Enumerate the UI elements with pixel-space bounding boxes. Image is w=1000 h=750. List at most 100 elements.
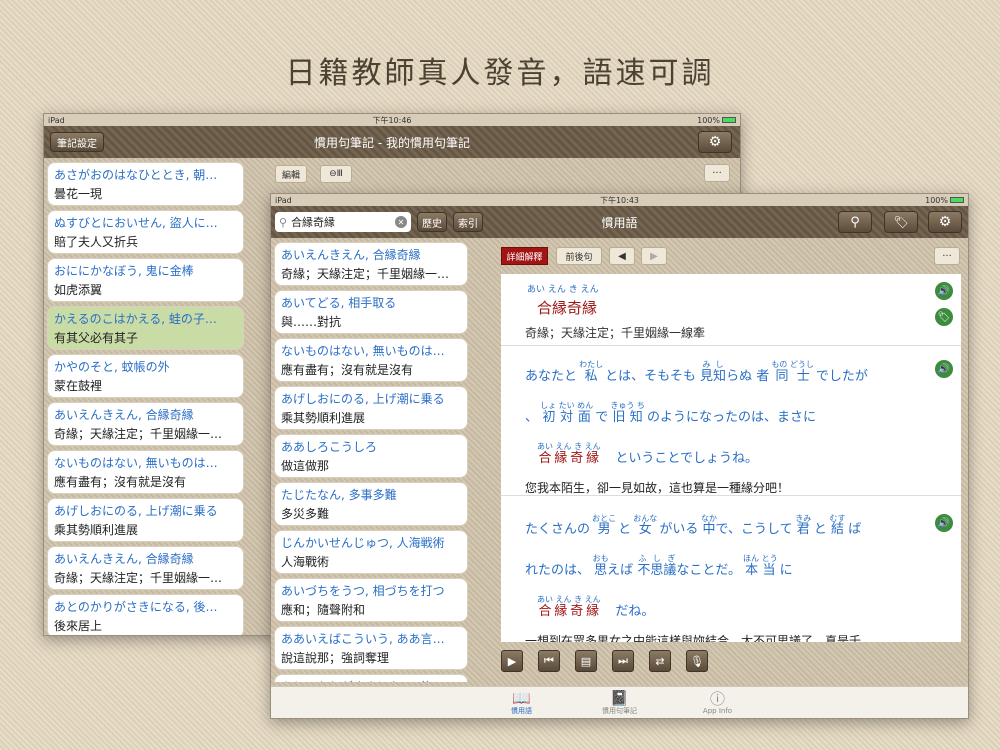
list-item-japanese: ないものはない, 無いものは… — [54, 456, 218, 470]
playback-controls: ▶ ⏮ ▤ ⏭ ⇄ 🎙 — [501, 650, 961, 672]
list-item-chinese: 奇緣；天緣注定；千里姻緣一… — [54, 427, 223, 441]
list-item-japanese: ないものはない, 無いものは… — [281, 344, 445, 358]
list-item-chinese: 蒙在鼓裡 — [54, 379, 103, 393]
speed-toggle-button[interactable]: ⊖Ⅲ — [320, 165, 352, 183]
list-item[interactable]: たじたなん, 多事多難 多災多難 — [274, 482, 468, 526]
list-item-chinese: 多災多難 — [281, 507, 330, 521]
idiom-list: あいえんきえん, 合縁奇縁 奇緣；天緣注定；千里姻緣一… あいてどる, 相手取る 與…… — [274, 242, 468, 682]
list-item-chinese: 應有盡有；沒有就是沒有 — [54, 475, 187, 489]
more-button[interactable]: ··· — [934, 247, 960, 265]
list-item-japanese: あいてどる, 相手取る — [281, 296, 397, 310]
list-item-chinese: 乘其勢順利進展 — [54, 523, 139, 537]
context-button[interactable]: 前後句 — [556, 247, 602, 265]
example-translation: 一想到在眾多男女之中能這樣與妳結合，太不可思議了，真是千 — [525, 634, 862, 642]
list-item-chinese: 奇緣；天緣注定；千里姻緣一… — [281, 267, 450, 281]
example-line: あなたと 私わたし とは、そもそも 見知みしらぬ 者 同士もの どうし でしたが — [525, 360, 868, 384]
nav-bar: 筆記設定 慣用句筆記 - 我的慣用句筆記 ⚙ — [44, 126, 740, 158]
detail-button[interactable]: 詳細解釋 — [501, 247, 548, 265]
search-input[interactable]: 合縁奇縁 — [291, 214, 395, 230]
example-line: 合縁奇縁あい えん き えん ということでしょうね。 — [537, 442, 758, 466]
list-item[interactable]: あいてどる, 相手取る 與……對抗 — [274, 290, 468, 334]
speaker-icon[interactable]: 🔊 — [935, 514, 953, 532]
search-box[interactable]: ⚲ 合縁奇縁 ✕ — [275, 212, 411, 232]
list-item-japanese: じんかいせんじゅつ, 人海戦術 — [281, 536, 445, 550]
list-item[interactable]: かえるのこはかえる, 蛙の子… 有其父必有其子 — [47, 306, 244, 350]
settings-button[interactable]: ⚙ — [928, 211, 962, 233]
clear-search-icon[interactable]: ✕ — [395, 216, 407, 228]
list-item-japanese: かえるのこはかえる, 蛙の子… — [54, 312, 217, 326]
list-item-japanese: あとのかりがさきになる, 後… — [54, 600, 218, 614]
list-item-chinese: 做這做那 — [281, 459, 330, 473]
list-item[interactable]: ああいえばこういう, ああ言… 說這說那；強詞奪理 — [274, 626, 468, 670]
settings-button[interactable]: ⚙ — [698, 131, 732, 153]
list-item[interactable]: じんかいせんじゅつ, 人海戦術 人海戰術 — [274, 530, 468, 574]
list-item-japanese: あとのかりがさきになる, 後… — [281, 678, 461, 682]
list-item-chinese: 人海戰術 — [281, 555, 330, 569]
edit-button[interactable]: 編輯 — [275, 165, 307, 183]
nav-title: 慣用句筆記 - 我的慣用句筆記 — [314, 135, 470, 150]
list-item-chinese: 應和；隨聲附和 — [281, 603, 366, 617]
status-bar: iPad 下午10:46 100% — [44, 114, 740, 126]
list-item[interactable]: ないものはない, 無いものは… 應有盡有；沒有就是沒有 — [274, 338, 468, 382]
list-item-japanese: あげしおにのる, 上げ潮に乗る — [54, 504, 218, 518]
notebook-icon: 📓 — [610, 688, 629, 707]
list-item-japanese: あいづちをうつ, 相づちを打つ — [281, 584, 445, 598]
play-icon[interactable]: ▶ — [501, 650, 523, 672]
search-button[interactable]: ⚲ — [838, 211, 872, 233]
list-item[interactable]: あげしおにのる, 上げ潮に乗る 乘其勢順利進展 — [47, 498, 244, 542]
list-item[interactable]: かやのそと, 蚊帳の外 蒙在鼓裡 — [47, 354, 244, 398]
more-button[interactable]: ··· — [704, 164, 730, 182]
list-item[interactable]: ぬすびとにおいせん, 盜人に… 賠了夫人又折兵 — [47, 210, 244, 254]
skip-forward-icon[interactable]: ⏭ — [612, 650, 634, 672]
tab-idioms[interactable]: 📖 慣用語 — [492, 687, 552, 718]
list-item-chinese: 奇緣；天緣注定；千里姻緣一… — [54, 571, 223, 585]
microphone-icon[interactable]: 🎙 — [686, 650, 708, 672]
list-item[interactable]: あいえんきえん, 合縁奇縁 奇緣；天緣注定；千里姻緣一… — [47, 402, 244, 446]
index-button[interactable]: 索引 — [453, 212, 483, 232]
list-item[interactable]: ああしろこうしろ 做這做那 — [274, 434, 468, 478]
detail-panel: あい えん き えん 合縁奇縁 奇緣；天緣注定；千里姻緣一線牽 🔊 🏷 あなたと… — [501, 274, 961, 642]
list-item[interactable]: あとのかりがさきになる, 後…後來居上 — [274, 674, 468, 682]
list-item[interactable]: あいえんきえん, 合縁奇縁 奇緣；天緣注定；千里姻緣一… — [47, 546, 244, 590]
prev-entry-button[interactable]: ◀ — [609, 247, 635, 265]
entry-reading: あい えん き えん — [527, 285, 599, 295]
list-item-japanese: ああしろこうしろ — [281, 440, 378, 454]
next-entry-button[interactable]: ▶ — [641, 247, 667, 265]
note-settings-button[interactable]: 筆記設定 — [50, 132, 104, 152]
tab-idiom-notes[interactable]: 📓 慣用句筆記 — [590, 687, 650, 718]
tab-bar: 📖 慣用語 📓 慣用句筆記 ⓘ App Info — [271, 686, 968, 718]
list-item-chinese: 與……對抗 — [281, 315, 342, 329]
notes-icon[interactable]: ▤ — [575, 650, 597, 672]
skip-back-icon[interactable]: ⏮ — [538, 650, 560, 672]
list-item-chinese: 如虎添翼 — [54, 283, 103, 297]
list-item-japanese: あいえんきえん, 合縁奇縁 — [281, 248, 421, 262]
example-line: れたのは、 思おもえば 不思議ふ し ぎなことだ。 本当ほん とう に — [525, 554, 793, 578]
content-area: あいえんきえん, 合縁奇縁 奇緣；天緣注定；千里姻緣一… あいてどる, 相手取る 與…… — [271, 238, 968, 686]
list-item-japanese: かやのそと, 蚊帳の外 — [54, 360, 170, 374]
repeat-icon[interactable]: ⇄ — [649, 650, 671, 672]
list-item-chinese: 曇花一現 — [54, 187, 103, 201]
status-bar: iPad 下午10:43 100% — [271, 194, 968, 206]
list-item-japanese: おににかなぼう, 鬼に金棒 — [54, 264, 194, 278]
search-icon: ⚲ — [279, 215, 288, 229]
list-item-japanese: あさがおのはなひととき, 朝… — [54, 168, 218, 182]
example-line: たくさんの 男おとこ と 女おんな がいる 中なかで、こうして 君きみ と 結む… — [525, 514, 862, 537]
list-item[interactable]: おににかなぼう, 鬼に金棒 如虎添翼 — [47, 258, 244, 302]
speaker-icon[interactable]: 🔊 — [935, 282, 953, 300]
list-item[interactable]: あとのかりがさきになる, 後…後來居上 — [47, 594, 244, 635]
list-item[interactable]: あげしおにのる, 上げ潮に乗る 乘其勢順利進展 — [274, 386, 468, 430]
example-line: 合縁奇縁あい えん き えん だね。 — [537, 595, 655, 619]
list-item[interactable]: あいえんきえん, 合縁奇縁奇緣；天緣注定；千里姻緣一… — [274, 242, 468, 286]
tag-button[interactable]: 🏷 — [884, 211, 918, 233]
example-sentence-1: あなたと 私わたし とは、そもそも 見知みしらぬ 者 同士もの どうし でしたが… — [501, 346, 961, 496]
tag-icon[interactable]: 🏷 — [935, 308, 953, 326]
speaker-icon[interactable]: 🔊 — [935, 360, 953, 378]
list-item-chinese: 賠了夫人又折兵 — [54, 235, 139, 249]
list-item-japanese: ああいえばこういう, ああ言… — [281, 632, 445, 646]
example-sentence-2: たくさんの 男おとこ と 女おんな がいる 中なかで、こうして 君きみ と 結む… — [501, 496, 961, 642]
list-item[interactable]: あいづちをうつ, 相づちを打つ 應和；隨聲附和 — [274, 578, 468, 622]
list-item[interactable]: あさがおのはなひととき, 朝… 曇花一現 — [47, 162, 244, 206]
history-button[interactable]: 歷史 — [417, 212, 447, 232]
tab-app-info[interactable]: ⓘ App Info — [688, 687, 748, 718]
list-item[interactable]: ないものはない, 無いものは… 應有盡有；沒有就是沒有 — [47, 450, 244, 494]
